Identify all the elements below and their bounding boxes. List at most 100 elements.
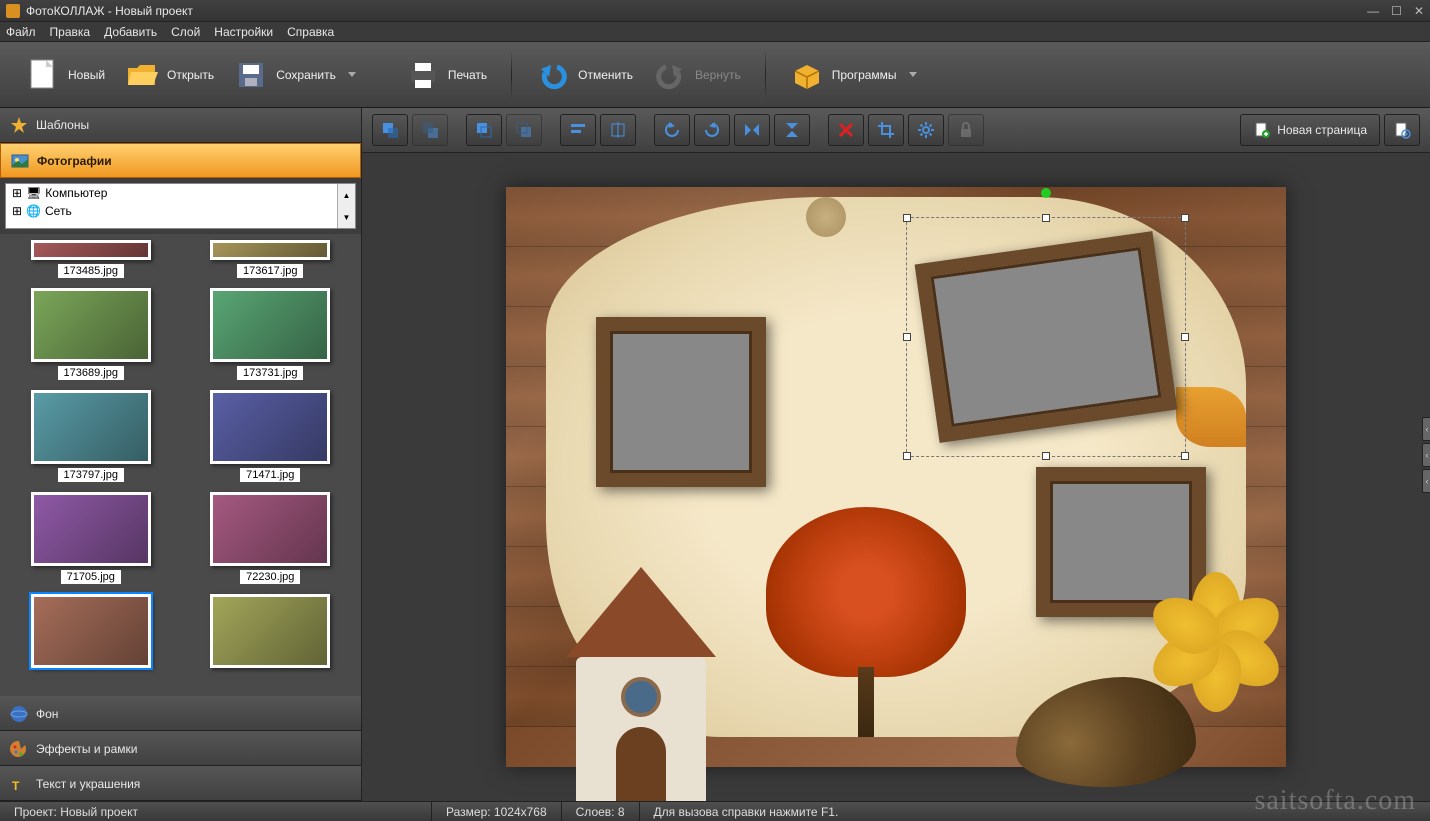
resize-handle-nw[interactable] — [903, 214, 911, 222]
rotate-right-button[interactable] — [694, 114, 730, 146]
minimize-button[interactable]: — — [1367, 4, 1379, 18]
save-button[interactable]: Сохранить — [224, 52, 366, 98]
new-button[interactable]: Новый — [16, 52, 115, 98]
layer-count: 8 — [618, 805, 625, 819]
programs-dropdown-icon[interactable] — [909, 72, 917, 77]
thumbnail-label: 173797.jpg — [58, 468, 124, 482]
page-settings-button[interactable] — [1384, 114, 1420, 146]
thumbnail-grid: 173485.jpg 173617.jpg 173689.jpg173731.jpg… — [0, 234, 361, 696]
menu-layer[interactable]: Слой — [171, 25, 200, 39]
resize-handle-sw[interactable] — [903, 452, 911, 460]
tree-decor[interactable] — [766, 507, 966, 737]
sidebar-text[interactable]: T Текст и украшения — [0, 766, 361, 801]
file-tree[interactable]: ⊞🖥Компьютер ⊞🌐Сеть ▲▼ — [5, 183, 356, 229]
canvas-viewport[interactable] — [362, 153, 1430, 801]
rotate-handle[interactable] — [1041, 188, 1051, 198]
status-bar: Проект: Новый проект Размер: 1024x768 Сл… — [0, 801, 1430, 821]
undo-icon — [536, 58, 570, 92]
globe-icon — [10, 705, 28, 723]
canvas[interactable] — [506, 187, 1286, 767]
programs-button[interactable]: Программы — [780, 52, 927, 98]
thumbnail[interactable]: 71705.jpg — [6, 492, 176, 584]
flip-h-button[interactable] — [734, 114, 770, 146]
main-toolbar: Новый Открыть Сохранить Печать Отменить … — [0, 42, 1430, 108]
thumbnail[interactable] — [186, 594, 356, 668]
sidebar-photos[interactable]: Фотографии — [0, 143, 361, 178]
thumbnail-label: 72230.jpg — [240, 570, 300, 584]
canvas-toolbar: Новая страница — [362, 108, 1430, 153]
sidebar-templates[interactable]: Шаблоны — [0, 108, 361, 143]
box-icon — [790, 58, 824, 92]
redo-button[interactable]: Вернуть — [643, 52, 751, 98]
resize-handle-n[interactable] — [1042, 214, 1050, 222]
center-button[interactable] — [600, 114, 636, 146]
palette-icon — [10, 740, 28, 758]
sidebar-effects[interactable]: Эффекты и рамки — [0, 731, 361, 766]
canvas-size: 1024x768 — [494, 805, 547, 819]
menu-add[interactable]: Добавить — [104, 25, 157, 39]
thumbnail[interactable]: 72230.jpg — [186, 492, 356, 584]
resize-handle-w[interactable] — [903, 333, 911, 341]
delete-button[interactable] — [828, 114, 864, 146]
resize-handle-e[interactable] — [1181, 333, 1189, 341]
save-dropdown-icon[interactable] — [348, 72, 356, 77]
background-label: Фон — [36, 707, 58, 721]
programs-label: Программы — [832, 68, 897, 82]
bring-front-button[interactable] — [372, 114, 408, 146]
resize-handle-se[interactable] — [1181, 452, 1189, 460]
sidebar-background[interactable]: Фон — [0, 696, 361, 731]
bring-forward-button[interactable] — [466, 114, 502, 146]
new-page-button[interactable]: Новая страница — [1240, 114, 1380, 146]
tree-spinner[interactable]: ▲▼ — [337, 184, 355, 228]
thumbnail[interactable]: 173485.jpg — [6, 240, 176, 278]
selection-box[interactable] — [906, 217, 1186, 457]
poppy-decor[interactable] — [806, 197, 846, 237]
resize-handle-ne[interactable] — [1181, 214, 1189, 222]
undo-button[interactable]: Отменить — [526, 52, 643, 98]
thumbnail-label: 71471.jpg — [240, 468, 300, 482]
menu-help[interactable]: Справка — [287, 25, 334, 39]
thumbnail[interactable]: 71471.jpg — [186, 390, 356, 482]
templates-label: Шаблоны — [36, 118, 89, 132]
leaf-decor[interactable] — [1176, 387, 1246, 447]
flip-v-button[interactable] — [774, 114, 810, 146]
menu-settings[interactable]: Настройки — [214, 25, 273, 39]
thumbnail[interactable]: 173731.jpg — [186, 288, 356, 380]
toolbar-separator-2 — [765, 50, 766, 100]
align-button[interactable] — [560, 114, 596, 146]
computer-icon: 🖥 — [26, 186, 41, 200]
network-icon: 🌐 — [26, 204, 41, 218]
text-label: Текст и украшения — [36, 777, 140, 791]
maximize-button[interactable]: ☐ — [1391, 4, 1402, 18]
panel-collapse-handles[interactable]: ‹‹‹ — [1422, 417, 1430, 493]
crop-button[interactable] — [868, 114, 904, 146]
flower-decor[interactable] — [1156, 547, 1276, 667]
menu-edit[interactable]: Правка — [50, 25, 91, 39]
rotate-left-button[interactable] — [654, 114, 690, 146]
menu-file[interactable]: Файл — [6, 25, 36, 39]
send-back-button[interactable] — [412, 114, 448, 146]
settings-button[interactable] — [908, 114, 944, 146]
redo-icon — [653, 58, 687, 92]
resize-handle-s[interactable] — [1042, 452, 1050, 460]
toolbar-separator — [511, 50, 512, 100]
tree-computer[interactable]: Компьютер — [45, 186, 107, 200]
tree-network[interactable]: Сеть — [45, 204, 72, 218]
print-button[interactable]: Печать — [396, 52, 497, 98]
thumbnail[interactable]: 173617.jpg — [186, 240, 356, 278]
new-label: Новый — [68, 68, 105, 82]
open-button[interactable]: Открыть — [115, 52, 224, 98]
canvas-area: Новая страница — [362, 108, 1430, 801]
thumbnail[interactable]: 173689.jpg — [6, 288, 176, 380]
send-backward-button[interactable] — [506, 114, 542, 146]
close-button[interactable]: ✕ — [1414, 4, 1424, 18]
effects-label: Эффекты и рамки — [36, 742, 137, 756]
lock-button[interactable] — [948, 114, 984, 146]
photos-label: Фотографии — [37, 154, 112, 168]
printer-icon — [406, 58, 440, 92]
thumbnail[interactable] — [6, 594, 176, 668]
app-icon — [6, 4, 20, 18]
photo-frame-1[interactable] — [596, 317, 766, 487]
house-decor[interactable] — [566, 567, 716, 801]
thumbnail[interactable]: 173797.jpg — [6, 390, 176, 482]
